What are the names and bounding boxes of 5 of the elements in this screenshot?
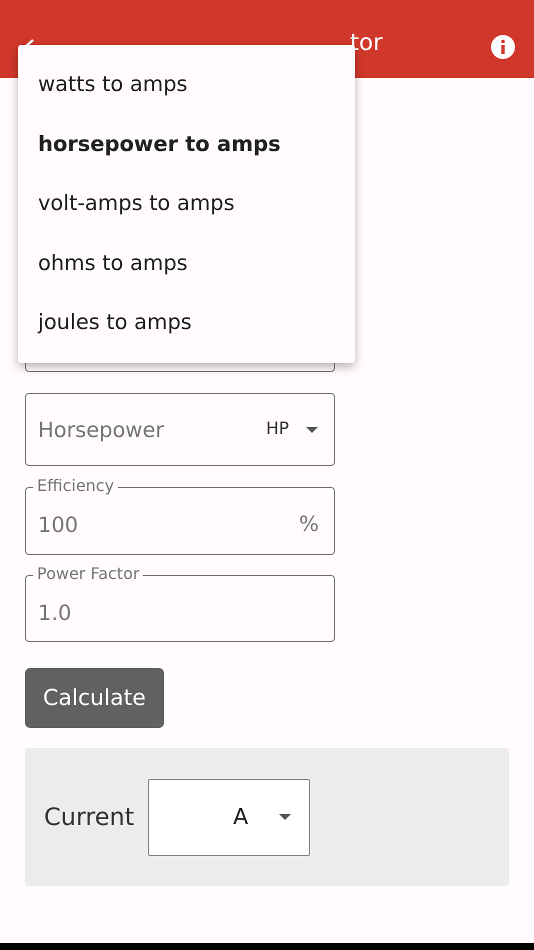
unit-label: A xyxy=(233,804,248,832)
field-label: Efficiency xyxy=(33,476,118,496)
result-label: Current xyxy=(44,802,134,833)
unit-suffix: % xyxy=(299,511,319,538)
unit-label: HP xyxy=(266,418,289,441)
